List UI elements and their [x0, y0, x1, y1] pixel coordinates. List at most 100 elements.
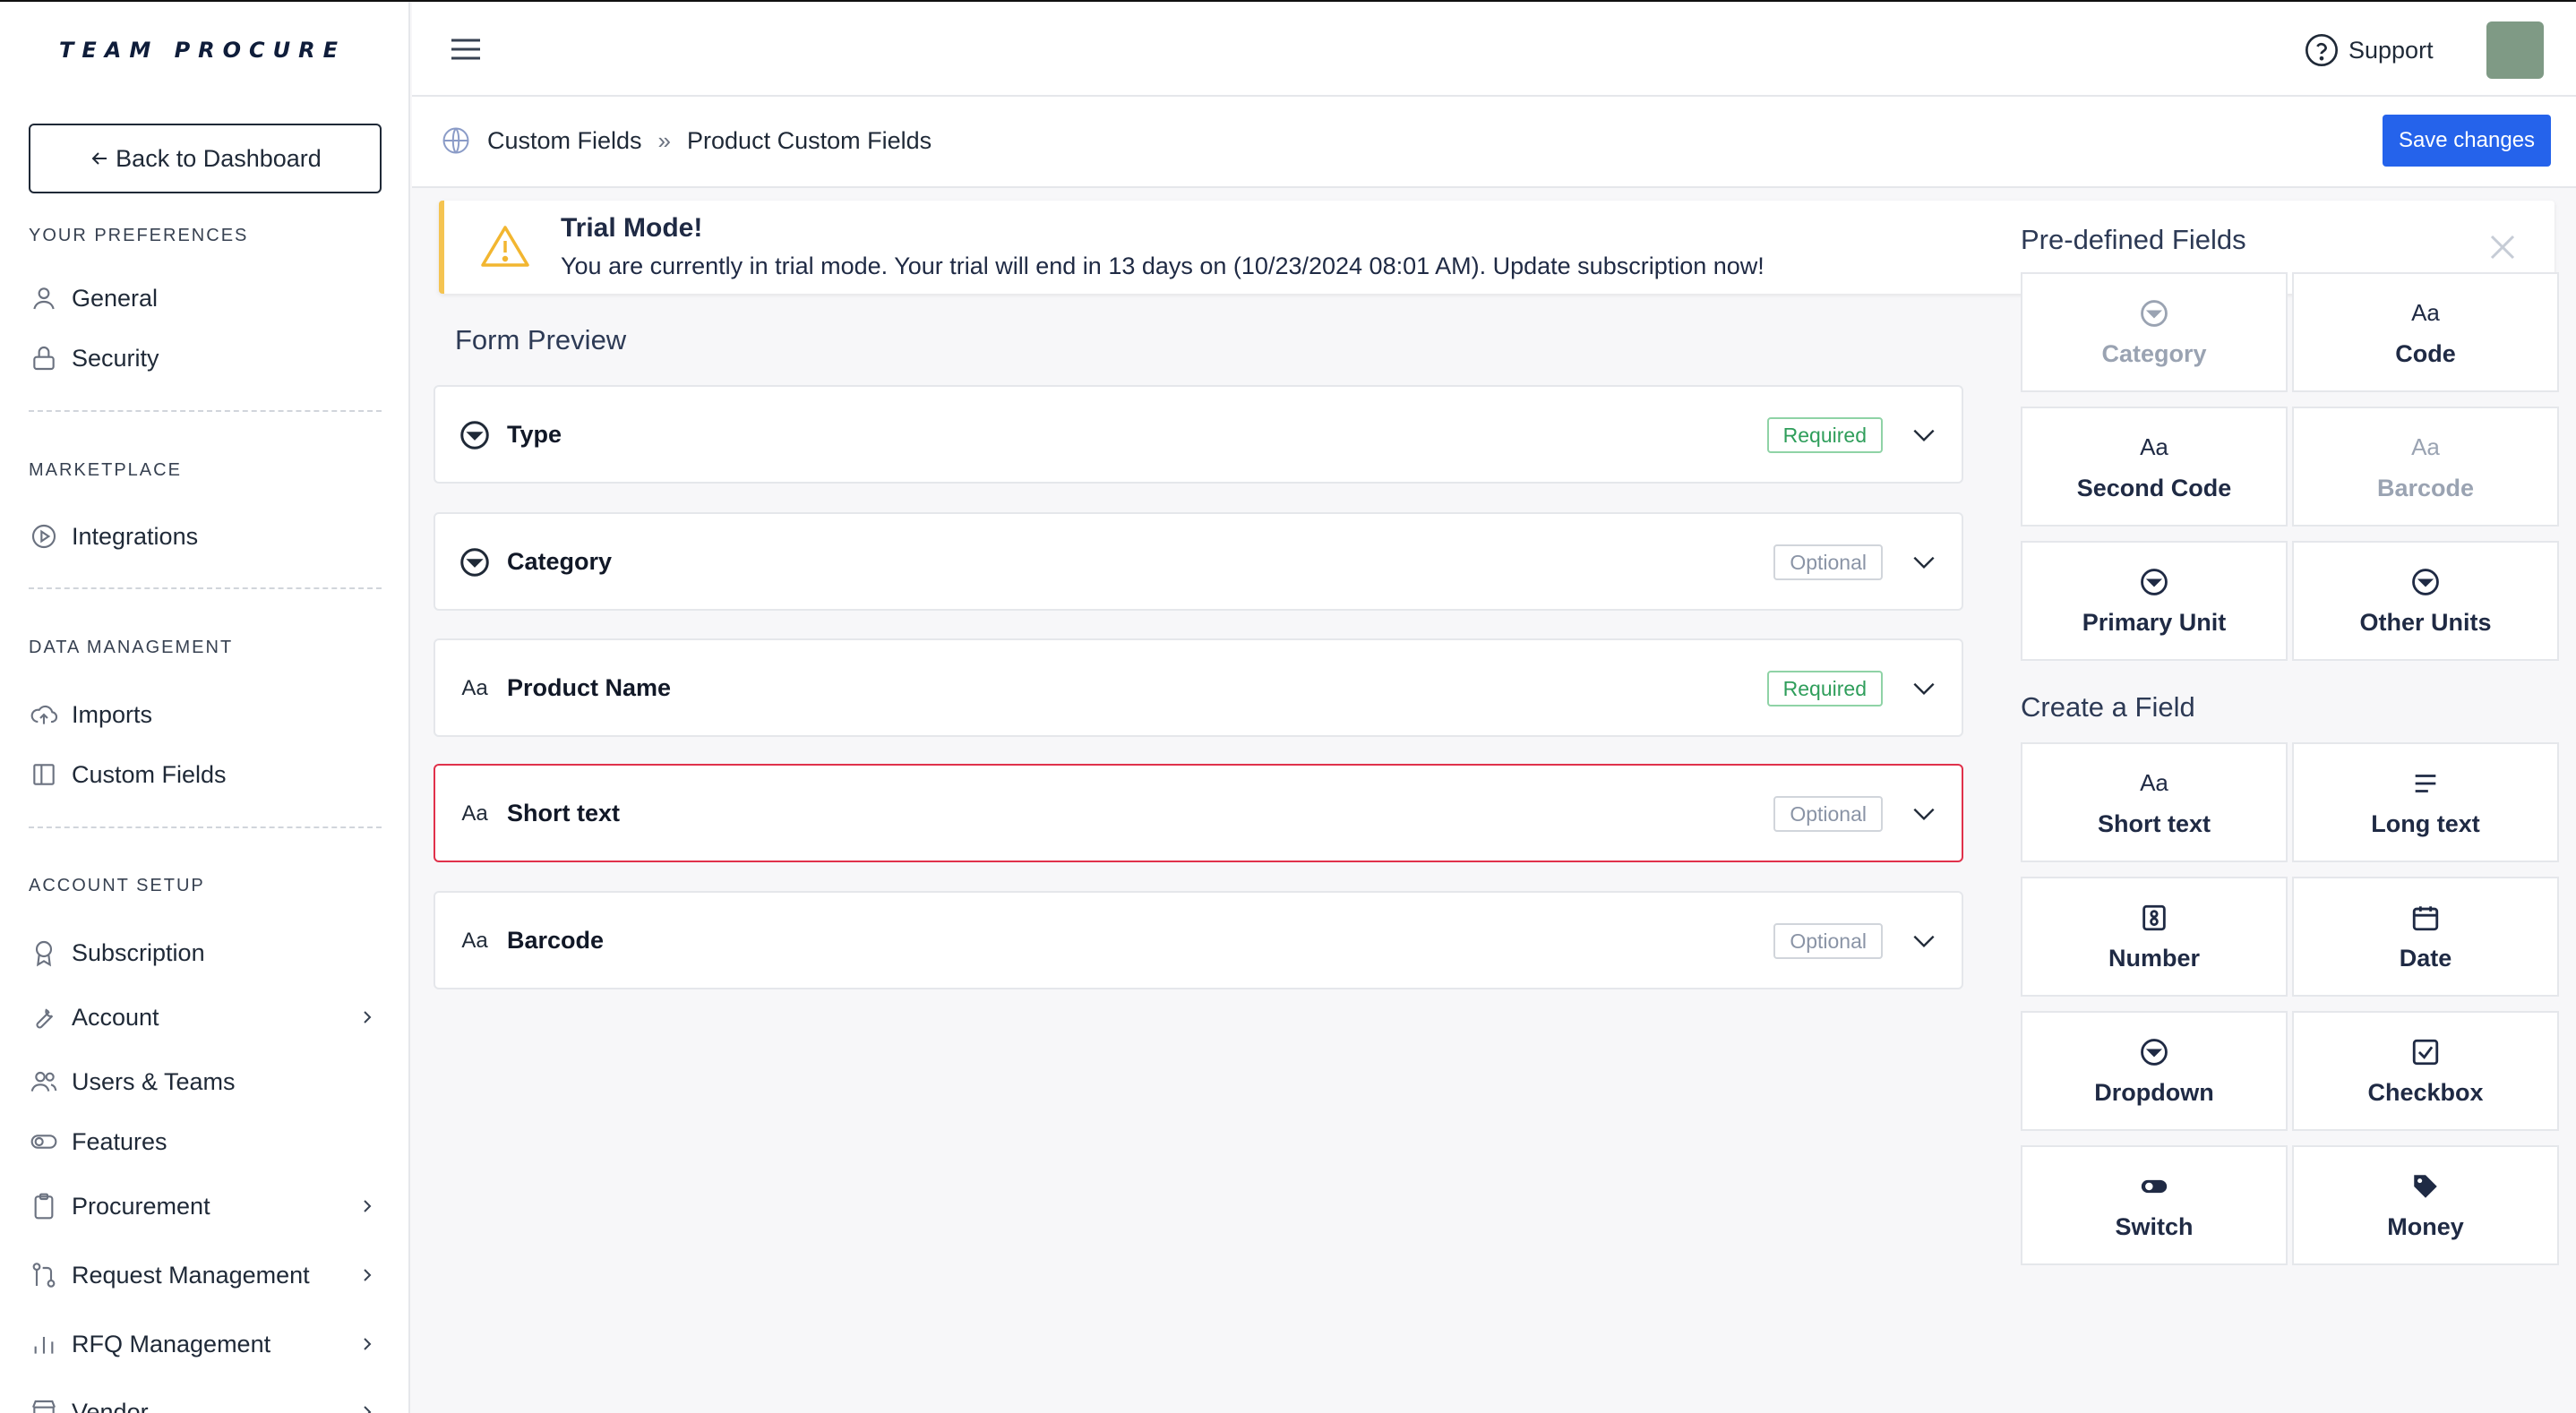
sidebar-item-label: Users & Teams	[72, 1067, 236, 1095]
brand-logo[interactable]: TEAM PROCURE	[59, 38, 346, 63]
sidebar-item-account[interactable]: Account	[29, 995, 382, 1040]
sidebar-item-label: Vendor	[72, 1398, 149, 1413]
predefined-field-second-code[interactable]: Aa Second Code	[2021, 407, 2288, 527]
text-icon: Aa	[2411, 299, 2440, 326]
create-field-number[interactable]: Number	[2021, 877, 2288, 997]
avatar[interactable]	[2486, 21, 2544, 79]
sidebar-item-custom-fields[interactable]: Custom Fields	[29, 752, 382, 797]
play-circle-icon	[29, 521, 59, 552]
chevron-right-icon	[364, 1406, 372, 1413]
create-field-money[interactable]: Money	[2292, 1145, 2559, 1265]
predefined-field-primary-unit[interactable]: Primary Unit	[2021, 541, 2288, 661]
create-field-long-text[interactable]: Long text	[2292, 742, 2559, 862]
field-label: Category	[507, 548, 613, 575]
create-field-date[interactable]: Date	[2292, 877, 2559, 997]
form-preview-title: Form Preview	[455, 324, 627, 355]
sidebar-item-label: General	[72, 284, 159, 312]
align-left-icon	[2410, 767, 2441, 800]
tile-label: Number	[2108, 944, 2200, 972]
switch-icon	[2139, 1170, 2169, 1203]
chevron-down-icon[interactable]	[1910, 800, 1938, 828]
tile-label: Money	[2387, 1212, 2464, 1240]
chevron-down-icon[interactable]	[1910, 421, 1938, 450]
tile-label: Barcode	[2376, 474, 2475, 501]
back-to-dashboard-label: Back to Dashboard	[116, 144, 322, 172]
sidebar-item-integrations[interactable]: Integrations	[29, 514, 382, 559]
create-field-dropdown[interactable]: Dropdown	[2021, 1011, 2288, 1131]
dropdown-icon	[459, 419, 491, 451]
tile-label: Category	[2101, 339, 2207, 367]
chevron-down-icon[interactable]	[1910, 927, 1938, 955]
tile-label: Checkbox	[2367, 1078, 2484, 1106]
sidebar-item-general[interactable]: General	[29, 276, 382, 321]
create-field-short-text[interactable]: Aa Short text	[2021, 742, 2288, 862]
section-heading-account: ACCOUNT SETUP	[29, 876, 205, 895]
predefined-field-other-units[interactable]: Other Units	[2292, 541, 2559, 661]
support-link[interactable]: Support	[2304, 32, 2434, 68]
create-field-checkbox[interactable]: Checkbox	[2292, 1011, 2559, 1131]
trial-banner-message[interactable]: You are currently in trial mode. Your tr…	[561, 253, 1765, 280]
back-to-dashboard-button[interactable]: Back to Dashboard	[29, 124, 382, 193]
optional-badge: Optional	[1773, 544, 1883, 580]
sidebar-item-label: Features	[72, 1127, 167, 1155]
sidebar-item-subscription[interactable]: Subscription	[29, 930, 382, 975]
tag-icon	[2410, 1170, 2441, 1203]
breadcrumb-root[interactable]: Custom Fields	[487, 127, 642, 155]
cloud-upload-icon	[29, 699, 59, 730]
sidebar-item-procurement[interactable]: Procurement	[29, 1184, 382, 1229]
tile-label: Switch	[2115, 1212, 2194, 1240]
clipboard-icon	[29, 1191, 59, 1221]
toggle-icon	[29, 1126, 59, 1157]
support-label: Support	[2348, 36, 2434, 64]
form-field-row-product-name[interactable]: Aa Product Name Required	[434, 638, 1963, 737]
section-heading-data: DATA MANAGEMENT	[29, 638, 234, 657]
user-icon	[29, 283, 59, 313]
menu-icon[interactable]	[448, 36, 484, 63]
predefined-field-barcode[interactable]: Aa Barcode	[2292, 407, 2559, 527]
predefined-field-category[interactable]: Category	[2021, 272, 2288, 392]
store-icon	[29, 1397, 59, 1413]
tile-label: Long text	[2371, 809, 2480, 837]
arrow-left-icon	[91, 152, 107, 165]
form-field-row-category[interactable]: Category Optional	[434, 512, 1963, 611]
create-field-switch[interactable]: Switch	[2021, 1145, 2288, 1265]
text-icon: Aa	[2140, 769, 2168, 796]
sidebar-item-users-teams[interactable]: Users & Teams	[29, 1059, 382, 1104]
sidebar-item-security[interactable]: Security	[29, 336, 382, 381]
chevron-right-icon	[364, 1269, 372, 1281]
text-icon: Aa	[2140, 433, 2168, 460]
chevron-right-icon	[364, 1338, 372, 1350]
dropdown-icon	[2139, 297, 2169, 330]
text-icon: Aa	[461, 801, 488, 826]
sidebar-item-features[interactable]: Features	[29, 1119, 382, 1164]
required-badge: Required	[1766, 417, 1883, 453]
sidebar-item-label: Request Management	[72, 1261, 310, 1289]
form-field-row-type[interactable]: Type Required	[434, 385, 1963, 484]
tile-label: Primary Unit	[2082, 608, 2227, 636]
form-field-row-barcode[interactable]: Aa Barcode Optional	[434, 891, 1963, 989]
chevron-down-icon[interactable]	[1910, 548, 1938, 577]
tile-label: Code	[2395, 339, 2456, 367]
form-field-row-short-text[interactable]: Aa Short text Optional	[434, 764, 1963, 862]
predefined-field-code[interactable]: Aa Code	[2292, 272, 2559, 392]
users-icon	[29, 1066, 59, 1097]
sidebar-item-imports[interactable]: Imports	[29, 692, 382, 737]
optional-badge: Optional	[1773, 923, 1883, 959]
optional-badge: Optional	[1773, 796, 1883, 832]
sidebar-item-rfq-management[interactable]: RFQ Management	[29, 1322, 382, 1366]
sidebar-item-label: Integrations	[72, 522, 199, 550]
sidebar-item-request-management[interactable]: Request Management	[29, 1253, 382, 1297]
sidebar-divider	[29, 826, 382, 828]
wrench-icon	[29, 1002, 59, 1032]
sidebar-item-label: Imports	[72, 700, 153, 728]
required-badge: Required	[1766, 671, 1883, 706]
tile-label: Dropdown	[2094, 1078, 2214, 1106]
sidebar-item-vendor[interactable]: Vendor	[29, 1390, 382, 1413]
tile-label: Other Units	[2359, 608, 2492, 636]
chevron-down-icon[interactable]	[1910, 674, 1938, 703]
tile-label: Second Code	[2076, 474, 2232, 501]
save-changes-button[interactable]: Save changes	[2383, 115, 2551, 167]
predefined-fields-title: Pre-defined Fields	[2021, 224, 2246, 255]
close-icon[interactable]	[2486, 231, 2519, 263]
text-icon: Aa	[461, 676, 488, 700]
